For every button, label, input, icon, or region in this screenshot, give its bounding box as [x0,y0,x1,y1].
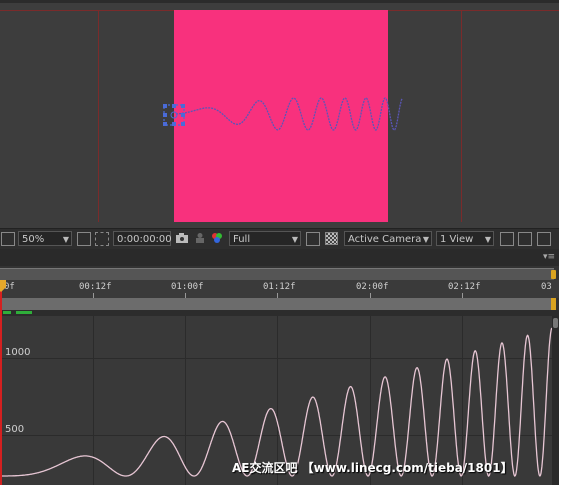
time-ruler[interactable]: 0f 00:12f 01:00f 01:12f 02:00f 02:12f 03 [0,280,559,298]
composition-viewer[interactable] [0,0,559,228]
camera-view-value: Active Camera [348,234,422,245]
checkerboard-icon[interactable] [325,232,338,245]
ruler-label: 03 [541,282,552,292]
motion-path[interactable] [0,0,559,228]
toggle-pixel-aspect-icon[interactable] [500,232,514,246]
cache-indicator [3,311,11,314]
magnification-value: 50% [22,234,45,245]
ruler-label: 01:00f [171,282,204,292]
graph-scrollbar[interactable] [552,316,559,485]
active-camera-dropdown[interactable]: Active Camera ▼ [344,231,432,246]
ruler-label: 00:12f [79,282,112,292]
after-effects-window: 50% ▼ 0:00:00:00 Full ▼ Active Camera ▼ … [0,0,559,485]
timecode-value: 0:00:00:00 [117,234,172,245]
layer-anchor-handle[interactable] [163,104,185,126]
time-navigator-bar[interactable] [0,298,556,310]
grid-guides-icon[interactable] [77,232,91,246]
channel-rgb-icon[interactable] [210,232,224,247]
magnification-dropdown[interactable]: 50% ▼ [18,231,72,246]
property-value-curve [0,327,552,477]
panel-separator [0,249,559,266]
show-snapshot-icon[interactable] [194,232,206,247]
chevron-down-icon: ▼ [291,235,298,244]
resolution-dropdown[interactable]: Full ▼ [229,231,301,246]
scrollbar-thumb[interactable] [553,318,558,328]
resolution-value: Full [233,234,251,245]
current-time-indicator-line[interactable] [0,286,2,485]
work-area-bar[interactable] [0,268,556,280]
view-layout-value: 1 View [440,234,474,245]
camera-snapshot-icon[interactable] [175,232,189,247]
chevron-down-icon: ▼ [422,235,429,244]
timeline-toggle-icon[interactable] [537,232,551,246]
ruler-label: 02:00f [356,282,389,292]
current-time-display[interactable]: 0:00:00:00 [113,231,172,246]
ruler-label: 01:12f [263,282,296,292]
transparency-grid-icon[interactable] [95,232,109,246]
always-preview-icon[interactable] [1,232,15,246]
panel-menu-icon[interactable]: ▾≡ [543,252,555,262]
work-area-end-handle[interactable] [551,270,556,279]
ruler-label: 02:12f [448,282,481,292]
watermark-text: AE交流区吧 【www.linecg.com/tieba/1801】 [232,461,513,475]
chevron-down-icon: ▼ [62,235,69,244]
time-navigator-end-handle[interactable] [551,298,556,310]
fast-previews-icon[interactable] [518,232,532,246]
cache-indicator [16,311,32,314]
motion-path-line [176,97,403,131]
viewer-toolbar: 50% ▼ 0:00:00:00 Full ▼ Active Camera ▼ … [0,228,559,250]
view-layout-dropdown[interactable]: 1 View ▼ [436,231,494,246]
chevron-down-icon: ▼ [484,235,491,244]
region-of-interest-icon[interactable] [306,232,320,246]
